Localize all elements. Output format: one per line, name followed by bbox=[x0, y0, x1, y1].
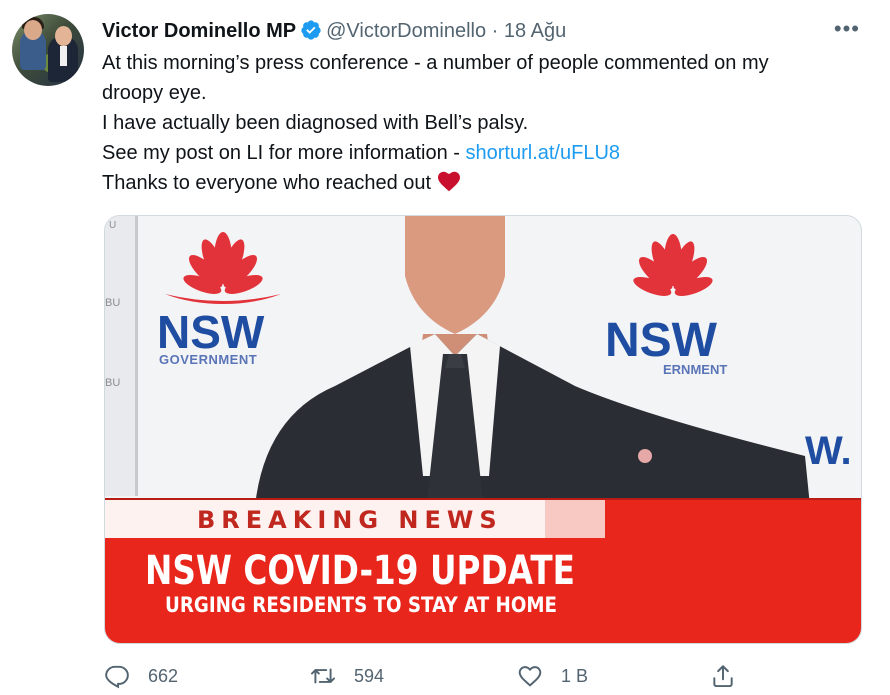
tweet-link[interactable]: shorturl.at/uFLU8 bbox=[466, 142, 621, 164]
verified-badge-icon bbox=[301, 20, 321, 40]
edge-text-fragment: BU bbox=[105, 297, 120, 309]
nsw-logo-left: NSW bbox=[157, 306, 265, 358]
tweet-media-image[interactable]: BU BU U NSW GOVERNMENT NSW ERNMENT W. BR… bbox=[104, 215, 862, 644]
tweet-text-segment: Thanks to everyone who reached out bbox=[102, 172, 432, 194]
avatar-face-right bbox=[55, 26, 72, 46]
tweet-text-line: I have actually been diagnosed with Bell… bbox=[102, 112, 529, 134]
tweet-text-line: Thanks to everyone who reached out bbox=[102, 168, 872, 198]
like-count: 1 B bbox=[561, 665, 589, 686]
edge-logo-fragment: W. bbox=[805, 429, 852, 473]
author-handle[interactable]: @VictorDominello bbox=[326, 20, 486, 42]
reply-icon bbox=[105, 665, 129, 689]
retweet-count: 594 bbox=[354, 665, 385, 686]
retweet-icon bbox=[310, 668, 336, 684]
author-name[interactable]: Victor Dominello MP bbox=[102, 20, 296, 42]
news-broadcast-image: BU BU U NSW GOVERNMENT NSW ERNMENT W. BR… bbox=[105, 216, 861, 643]
reply-button[interactable]: 662 bbox=[104, 658, 178, 694]
share-icon bbox=[713, 665, 733, 688]
tweet-text-line: At this morning’s press conference - a n… bbox=[102, 52, 769, 74]
news-subheadline: URGING RESIDENTS TO STAY AT HOME bbox=[165, 593, 557, 617]
tweet-header: Victor Dominello MP @VictorDominello · 18… bbox=[102, 16, 802, 46]
reply-count: 662 bbox=[148, 665, 179, 686]
header-separator: · bbox=[491, 20, 499, 42]
retweet-button[interactable]: 594 bbox=[310, 658, 384, 694]
tweet-text: At this morning’s press conference - a n… bbox=[102, 48, 872, 198]
avatar-shirt bbox=[60, 46, 67, 66]
breaking-news-label: BREAKING NEWS bbox=[197, 506, 503, 534]
edge-text-fragment: U bbox=[109, 220, 116, 231]
tweet-date[interactable]: 18 Ağu bbox=[504, 20, 566, 42]
like-button[interactable]: 1 B bbox=[517, 658, 588, 694]
like-icon bbox=[518, 666, 542, 687]
nsw-logo-right: NSW bbox=[605, 314, 718, 367]
tweet-actions: 662 594 1 B bbox=[104, 658, 864, 694]
more-icon[interactable]: ••• bbox=[834, 16, 860, 42]
avatar[interactable] bbox=[12, 14, 84, 86]
government-text-left: GOVERNMENT bbox=[159, 352, 257, 367]
tweet-text-line-with-link: See my post on LI for more information -… bbox=[102, 138, 872, 168]
avatar-face-left bbox=[24, 20, 42, 40]
tweet-text-line: droopy eye. bbox=[102, 82, 207, 104]
edge-text-fragment: BU bbox=[105, 377, 120, 389]
news-headline: NSW COVID-19 UPDATE bbox=[145, 548, 575, 594]
government-text-right: ERNMENT bbox=[663, 362, 727, 377]
share-button[interactable] bbox=[710, 658, 754, 694]
heart-emoji-icon bbox=[438, 171, 461, 192]
tweet-text-segment: See my post on LI for more information - bbox=[102, 142, 466, 164]
